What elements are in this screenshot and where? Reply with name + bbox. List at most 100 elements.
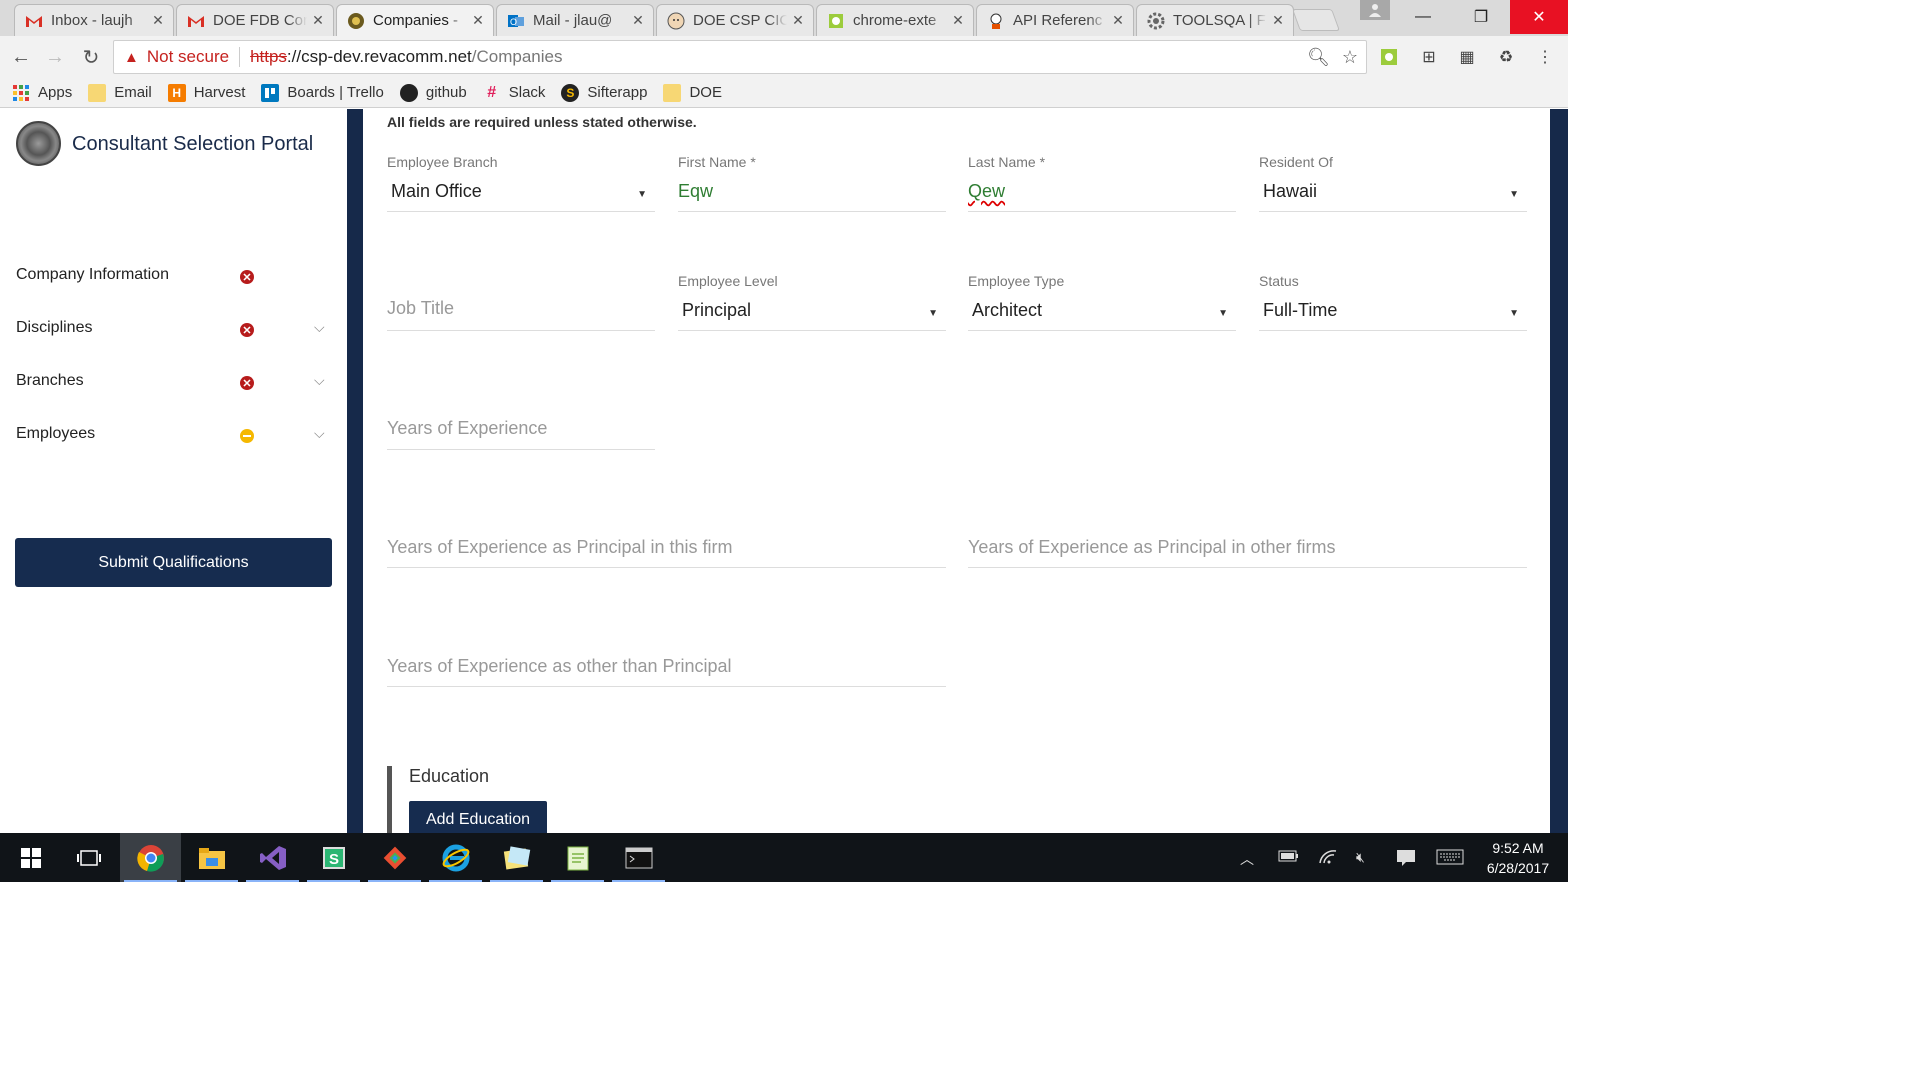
employee-branch-select[interactable]: Employee Branch Main Office ▼ (387, 153, 655, 212)
grid-extension-icon[interactable]: ⊞ (1418, 46, 1440, 68)
close-icon[interactable]: ✕ (631, 12, 645, 29)
years-experience-field[interactable]: Years of Experience (387, 392, 655, 450)
close-icon[interactable]: ✕ (1111, 12, 1125, 29)
sidebar-item-disciplines[interactable]: Disciplines ✕ ⌵ (16, 319, 331, 343)
tab-inbox[interactable]: Inbox - laujh ✕ (14, 4, 174, 36)
chevron-down-icon[interactable]: ⌵ (314, 319, 325, 336)
clock-date: 6/28/2017 (1486, 860, 1550, 876)
battery-icon[interactable] (1278, 849, 1300, 866)
task-view-icon[interactable] (58, 833, 119, 882)
recycle-extension-icon[interactable]: ♻ (1495, 46, 1517, 68)
portal-icon (347, 12, 365, 30)
bookmark-email[interactable]: Email (88, 83, 152, 102)
api-icon (987, 12, 1005, 30)
years-principal-other-firms-field[interactable]: Years of Experience as Principal in othe… (968, 511, 1527, 568)
bookmark-harvest[interactable]: H Harvest (167, 83, 245, 102)
svg-text:S: S (329, 851, 339, 868)
keyboard-icon[interactable] (1436, 849, 1464, 868)
sidebar-item-employees[interactable]: Employees ⌵ (16, 425, 331, 449)
tab-companies[interactable]: Companies - ✕ (336, 4, 494, 36)
bookmark-github[interactable]: github (399, 83, 467, 102)
error-status-icon: ✕ (240, 323, 254, 337)
separator (239, 47, 241, 67)
tab-doe-fdb[interactable]: DOE FDB Cor ✕ (176, 4, 334, 36)
extension-icon (827, 12, 845, 30)
bookmark-slack[interactable]: # Slack (483, 83, 545, 102)
restore-icon[interactable]: ❐ (1452, 0, 1510, 34)
chevron-down-icon[interactable]: ⌵ (314, 425, 325, 442)
notifications-icon[interactable] (1396, 849, 1416, 870)
apps-grid-icon (12, 84, 30, 102)
new-tab-button[interactable] (1291, 9, 1341, 31)
gmail-icon (187, 12, 205, 30)
visual-studio-icon[interactable] (242, 833, 303, 882)
bookmark-doe[interactable]: DOE (663, 83, 722, 102)
employee-level-select[interactable]: Employee Level Principal ▼ (678, 272, 946, 331)
close-icon[interactable]: ✕ (951, 12, 965, 29)
dropdown-arrow-icon: ▼ (928, 308, 938, 319)
submit-qualifications-button[interactable]: Submit Qualifications (15, 538, 332, 587)
chevron-down-icon[interactable]: ⌵ (314, 372, 325, 389)
system-clock[interactable]: 9:52 AM 6/28/2017 (1478, 838, 1558, 878)
profile-icon[interactable] (1360, 0, 1390, 20)
resident-of-select[interactable]: Resident Of Hawaii ▼ (1259, 153, 1527, 212)
employee-type-select[interactable]: Employee Type Architect ▼ (968, 272, 1236, 331)
bookmark-apps[interactable]: Apps (12, 84, 72, 102)
tray-chevron-up-icon[interactable]: ︿ (1240, 849, 1254, 869)
education-heading: Education (409, 766, 490, 786)
portal-title: Consultant Selection Portal (72, 133, 314, 155)
close-icon[interactable]: ✕ (311, 12, 325, 29)
error-status-icon: ✕ (240, 270, 254, 284)
years-other-than-principal-field[interactable]: Years of Experience as other than Princi… (387, 630, 946, 687)
education-accent-bar (387, 766, 392, 833)
job-title-field[interactable]: Job Title (387, 272, 655, 331)
years-principal-this-firm-field[interactable]: Years of Experience as Principal in this… (387, 511, 946, 568)
close-icon[interactable]: ✕ (471, 12, 485, 29)
reload-icon[interactable]: ↻ (78, 44, 104, 70)
bookmark-sifterapp[interactable]: S Sifterapp (561, 83, 647, 102)
address-bar[interactable]: ▲ Not secure https://csp-dev.revacomm.ne… (113, 40, 1367, 74)
close-icon[interactable]: ✕ (791, 12, 805, 29)
minimize-icon[interactable]: — (1394, 0, 1452, 34)
film-extension-icon[interactable]: ▦ (1456, 46, 1478, 68)
bookmark-trello[interactable]: Boards | Trello (261, 83, 384, 102)
git-icon[interactable] (364, 833, 425, 882)
outlook-icon: O (507, 12, 525, 30)
tab-api-ref[interactable]: API Referenc ✕ (976, 4, 1134, 36)
window-close-icon[interactable]: ✕ (1510, 0, 1568, 34)
sticky-notes-icon[interactable] (486, 833, 547, 882)
tab-toolsqa[interactable]: TOOLSQA | F ✕ (1136, 4, 1294, 36)
last-name-field[interactable]: Last Name * Qew (968, 153, 1236, 212)
file-explorer-icon[interactable] (181, 833, 242, 882)
chrome-icon[interactable] (120, 833, 181, 882)
terminal-icon[interactable] (608, 833, 669, 882)
sidebar-item-branches[interactable]: Branches ✕ ⌵ (16, 372, 331, 396)
sublime-icon[interactable]: S (303, 833, 364, 882)
tab-mail[interactable]: O Mail - jlau@ ✕ (496, 4, 654, 36)
wifi-icon[interactable] (1318, 849, 1338, 868)
svg-text:O: O (510, 17, 517, 27)
tab-chrome-ext[interactable]: chrome-exte ✕ (816, 4, 974, 36)
close-icon[interactable]: ✕ (1271, 12, 1285, 29)
internet-explorer-icon[interactable] (425, 833, 486, 882)
first-name-field[interactable]: First Name * Eqw (678, 153, 946, 212)
status-select[interactable]: Status Full-Time ▼ (1259, 272, 1527, 331)
menu-dots-icon[interactable]: ⋮ (1534, 46, 1556, 68)
close-icon[interactable]: ✕ (151, 12, 165, 29)
browser-toolbar: ← → ↻ ▲ Not secure https://csp-dev.revac… (0, 36, 1568, 78)
windows-start-icon[interactable] (0, 833, 61, 882)
zoom-icon[interactable]: 🔍︎ (1307, 47, 1330, 68)
sidebar-item-company-information[interactable]: Company Information ✕ (16, 266, 331, 290)
star-icon[interactable]: ☆ (1342, 47, 1358, 68)
extension-green-icon[interactable] (1378, 46, 1400, 68)
clock-time: 9:52 AM (1492, 840, 1544, 856)
slack-icon: # (487, 83, 497, 101)
back-arrow-icon[interactable]: ← (8, 44, 34, 70)
tab-doe-csp[interactable]: DOE CSP CIC ✕ (656, 4, 814, 36)
notepad-plus-icon[interactable] (547, 833, 608, 882)
tab-strip: Inbox - laujh ✕ DOE FDB Cor ✕ Companies - ✕… (0, 0, 1568, 36)
taskbar: S ︿ 🔇︎ 9:52 AM 6/28/2017 (0, 833, 1568, 882)
volume-muted-icon[interactable]: 🔇︎ (1356, 849, 1365, 866)
forward-arrow-icon[interactable]: → (42, 44, 68, 70)
required-notice: All fields are required unless stated ot… (387, 114, 697, 130)
